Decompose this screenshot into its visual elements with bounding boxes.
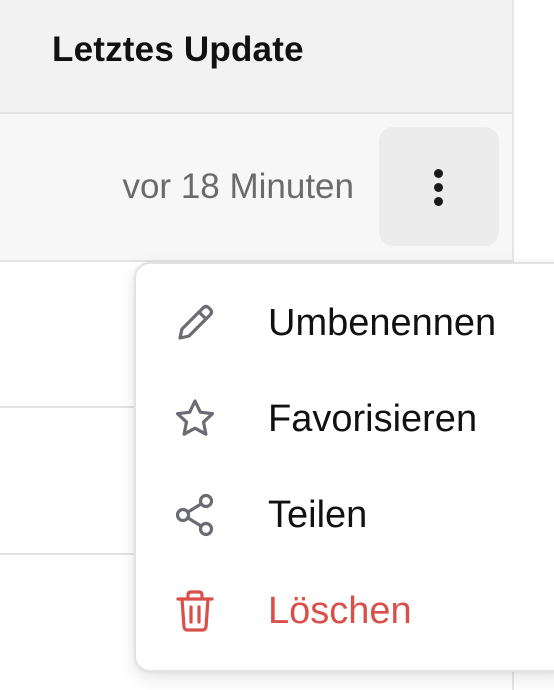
kebab-dot xyxy=(434,169,443,178)
more-actions-button[interactable] xyxy=(379,127,499,246)
table-header: Letztes Update xyxy=(0,0,512,114)
menu-item-label: Teilen xyxy=(268,494,368,536)
menu-item-delete[interactable]: Löschen xyxy=(136,566,554,656)
star-icon xyxy=(172,396,218,442)
column-header-last-update[interactable]: Letztes Update xyxy=(52,30,304,70)
menu-item-rename[interactable]: Umbenennen xyxy=(136,278,554,368)
last-update-cell: vor 18 Minuten xyxy=(122,167,354,206)
menu-item-label: Löschen xyxy=(268,590,412,632)
menu-item-label: Favorisieren xyxy=(268,398,478,440)
trash-icon xyxy=(172,588,218,634)
kebab-dot xyxy=(434,197,443,206)
app-viewport: Letztes Update vor 18 Minuten Umbenennen xyxy=(0,0,554,690)
kebab-dot xyxy=(434,183,443,192)
menu-item-share[interactable]: Teilen xyxy=(136,470,554,560)
pencil-icon xyxy=(172,300,218,346)
menu-item-favorite[interactable]: Favorisieren xyxy=(136,374,554,464)
menu-item-label: Umbenennen xyxy=(268,302,497,344)
share-icon xyxy=(172,492,218,538)
context-menu: Umbenennen Favorisieren Teilen Löschen xyxy=(134,262,554,672)
